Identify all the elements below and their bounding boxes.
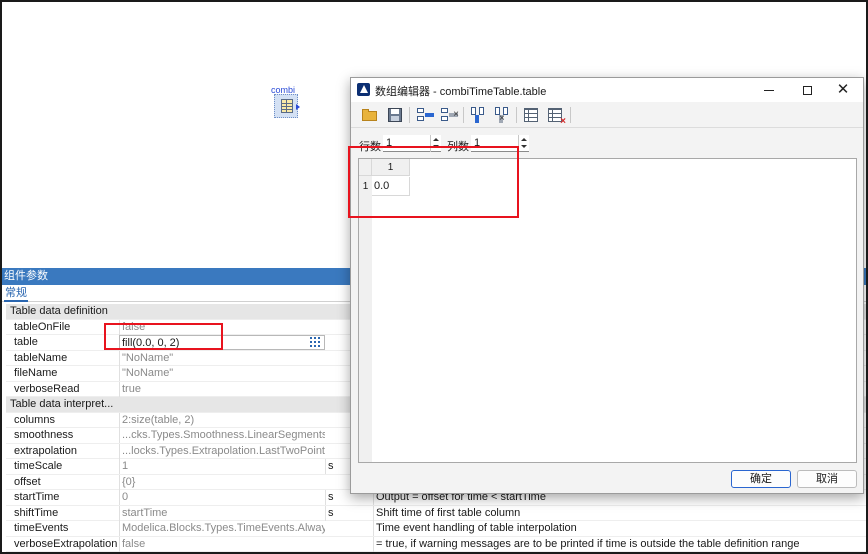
delete-column-icon[interactable] bbox=[493, 106, 511, 124]
toolbar-separator bbox=[463, 107, 464, 123]
param-value[interactable]: startTime bbox=[119, 505, 325, 521]
dialog-toolbar bbox=[351, 102, 863, 128]
param-name: timeScale bbox=[14, 460, 63, 472]
param-value[interactable]: true bbox=[119, 381, 325, 397]
param-unit: s bbox=[325, 505, 373, 521]
param-name: extrapolation bbox=[14, 444, 77, 457]
delete-table-icon[interactable] bbox=[546, 106, 566, 127]
param-name: offset bbox=[14, 475, 41, 488]
param-desc: = true, if warning messages are to be pr… bbox=[373, 536, 866, 552]
maximize-button[interactable] bbox=[791, 80, 823, 100]
insert-column-icon[interactable] bbox=[469, 106, 487, 124]
param-desc: Time event handling of table interpolati… bbox=[373, 521, 866, 536]
param-value[interactable]: "NoName" bbox=[119, 366, 325, 381]
delete-row-icon[interactable] bbox=[440, 106, 459, 124]
param-value[interactable]: "NoName" bbox=[119, 350, 325, 366]
param-name: tableName bbox=[14, 351, 68, 364]
param-value[interactable]: false bbox=[119, 536, 325, 552]
array-editor-dialog: 数组编辑器 - combiTimeTable.table ✕ 行数 1 列数 1 bbox=[350, 77, 864, 494]
spin-arrows-icon[interactable] bbox=[518, 135, 529, 152]
folder-open-icon[interactable] bbox=[361, 106, 379, 124]
grid-highlight bbox=[348, 146, 519, 218]
toolbar-separator bbox=[570, 107, 571, 123]
toolbar-separator bbox=[409, 107, 410, 123]
app-logo-icon bbox=[357, 83, 370, 96]
param-name: shiftTime bbox=[14, 506, 59, 519]
param-row-shiftTime[interactable]: shiftTime startTime s Shift time of firs… bbox=[6, 505, 866, 521]
param-name: smoothness bbox=[14, 429, 74, 441]
save-icon[interactable] bbox=[386, 106, 404, 124]
param-name: columns bbox=[14, 413, 55, 426]
param-name: fileName bbox=[14, 367, 58, 379]
cancel-button[interactable]: 取消 bbox=[797, 470, 857, 488]
insert-row-icon[interactable] bbox=[416, 106, 434, 124]
param-row-timeEvents[interactable]: timeEvents Modelica.Blocks.Types.TimeEve… bbox=[6, 521, 866, 537]
param-value[interactable]: 1 bbox=[119, 459, 325, 474]
param-value[interactable]: 0 bbox=[119, 490, 325, 505]
close-button[interactable]: ✕ bbox=[827, 80, 859, 100]
param-name: startTime bbox=[14, 491, 60, 503]
table-editor-icon[interactable] bbox=[308, 336, 324, 349]
dialog-title: 数组编辑器 - combiTimeTable.table bbox=[375, 86, 547, 98]
param-value[interactable]: 2:size(table, 2) bbox=[119, 412, 325, 428]
param-value[interactable]: ...locks.Types.Extrapolation.LastTwoPoin… bbox=[119, 443, 325, 459]
param-row-verboseExtrapolation[interactable]: verboseExtrapolation false = true, if wa… bbox=[6, 536, 866, 552]
param-name: verboseRead bbox=[14, 382, 80, 395]
param-name: timeEvents bbox=[14, 522, 69, 534]
ok-button[interactable]: 确定 bbox=[731, 470, 791, 488]
minimize-button[interactable] bbox=[753, 80, 785, 100]
insert-table-icon[interactable] bbox=[522, 106, 540, 124]
maximize-icon bbox=[802, 86, 812, 96]
param-desc: Shift time of first table column bbox=[373, 505, 866, 521]
param-name: verboseExtrapolation bbox=[14, 537, 118, 550]
param-value[interactable]: ...cks.Types.Smoothness.LinearSegments bbox=[119, 428, 325, 443]
minimize-icon bbox=[764, 90, 774, 92]
table-param-highlight bbox=[104, 323, 223, 350]
param-value[interactable]: {0} bbox=[119, 474, 325, 490]
toolbar-separator bbox=[516, 107, 517, 123]
tab-general[interactable]: 常规 bbox=[4, 286, 28, 302]
combi-time-table-icon[interactable] bbox=[274, 94, 300, 118]
param-value[interactable]: Modelica.Blocks.Types.TimeEvents.Always bbox=[119, 521, 325, 536]
dialog-titlebar[interactable]: 数组编辑器 - combiTimeTable.table ✕ bbox=[351, 78, 863, 102]
